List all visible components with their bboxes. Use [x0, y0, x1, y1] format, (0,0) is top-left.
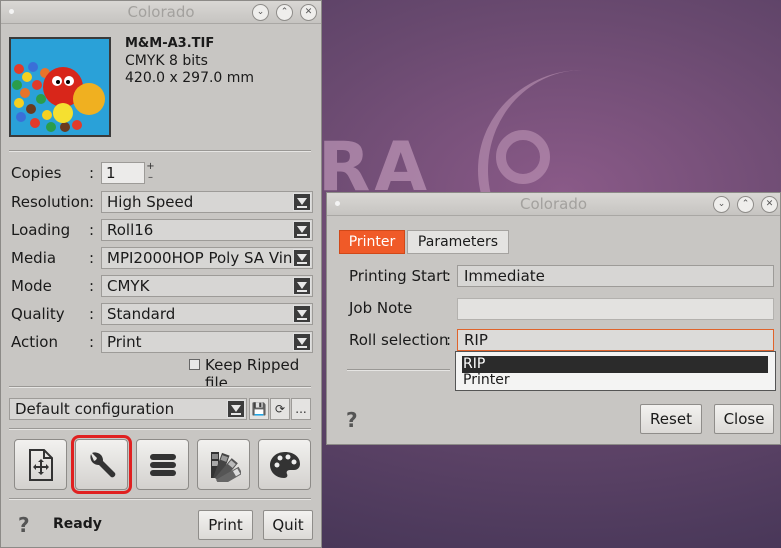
dropdown-option-printer[interactable]: Printer — [462, 372, 768, 389]
printer-dialog: Colorado ⌄ ⌃ ✕ Printer Parameters Printi… — [326, 192, 781, 445]
printing-start-label: Printing Start — [349, 267, 449, 285]
window-title: Colorado — [127, 3, 195, 21]
file-thumbnail — [9, 37, 111, 137]
dropdown-arrow-icon[interactable] — [227, 400, 245, 418]
reload-config-button[interactable]: ⟳ — [270, 398, 290, 420]
minimize-icon[interactable]: ⌄ — [252, 4, 269, 21]
roll-selection-label: Roll selection — [349, 331, 449, 349]
roll-selection-value: RIP — [464, 331, 488, 349]
printing-start-select[interactable]: Immediate — [457, 265, 774, 287]
separator — [9, 428, 311, 430]
file-dimensions: 420.0 x 297.0 mm — [125, 70, 255, 86]
dropdown-arrow-icon[interactable] — [293, 249, 311, 267]
dropdown-arrow-icon[interactable] — [293, 277, 311, 295]
maximize-icon[interactable]: ⌃ — [737, 196, 754, 213]
action-value: Print — [107, 333, 142, 351]
copies-decrement-button[interactable]: – — [146, 173, 155, 183]
color-tool-button[interactable] — [258, 439, 311, 490]
queue-tool-button[interactable] — [136, 439, 189, 490]
dropdown-arrow-icon[interactable] — [293, 305, 311, 323]
colon: : — [89, 193, 95, 211]
media-label: Media — [11, 249, 57, 267]
mode-label: Mode — [11, 277, 52, 295]
quality-value: Standard — [107, 305, 176, 323]
dropdown-option-rip[interactable]: RIP — [462, 356, 768, 373]
main-titlebar[interactable]: Colorado ⌄ ⌃ ✕ — [1, 1, 321, 24]
loading-select[interactable]: Roll16 — [101, 219, 313, 241]
separator — [9, 150, 311, 152]
mode-value: CMYK — [107, 277, 150, 295]
minimize-icon[interactable]: ⌄ — [713, 196, 730, 213]
document-tool-button[interactable] — [14, 439, 67, 490]
queue-icon — [149, 453, 176, 476]
quit-button[interactable]: Quit — [263, 510, 313, 540]
refresh-icon: ⟳ — [274, 402, 286, 416]
roll-selection-select[interactable]: RIP — [457, 329, 774, 351]
colon: : — [89, 333, 95, 351]
palette-icon — [269, 451, 300, 478]
media-value: MPI2000HOP Poly SA Viny — [107, 249, 302, 267]
loading-value: Roll16 — [107, 221, 154, 239]
colon: : — [446, 331, 452, 349]
printing-start-value: Immediate — [464, 267, 545, 285]
colon: : — [446, 267, 452, 285]
dropdown-arrow-icon[interactable] — [293, 333, 311, 351]
colon: : — [89, 221, 95, 239]
print-button[interactable]: Print — [198, 510, 253, 540]
quality-select[interactable]: Standard — [101, 303, 313, 325]
separator — [9, 498, 311, 500]
dialog-titlebar[interactable]: Colorado ⌄ ⌃ ✕ — [327, 193, 780, 216]
configuration-value: Default configuration — [15, 400, 175, 418]
separator — [347, 369, 450, 371]
help-icon[interactable]: ? — [346, 408, 358, 432]
brand-logo-dot — [496, 130, 550, 184]
status-text: Ready — [53, 516, 102, 532]
document-move-icon — [28, 448, 53, 481]
mode-select[interactable]: CMYK — [101, 275, 313, 297]
main-window: Colorado ⌄ ⌃ ✕ M&M-A3.TIF CMYK 8 bits 42… — [0, 0, 322, 548]
colon: : — [89, 249, 95, 267]
job-note-input[interactable] — [457, 298, 774, 320]
roll-selection-dropdown: RIP Printer — [455, 351, 776, 391]
settings-tool-button[interactable] — [71, 435, 132, 494]
tab-parameters[interactable]: Parameters — [407, 230, 509, 254]
colon: : — [89, 164, 95, 182]
maximize-icon[interactable]: ⌃ — [276, 4, 293, 21]
close-icon[interactable]: ✕ — [761, 196, 778, 213]
dropdown-arrow-icon[interactable] — [293, 221, 311, 239]
job-note-label: Job Note — [349, 299, 413, 317]
action-select[interactable]: Print — [101, 331, 313, 353]
copies-input[interactable]: 1 — [101, 162, 145, 184]
file-color-mode: CMYK 8 bits — [125, 53, 208, 69]
reset-button[interactable]: Reset — [640, 404, 702, 434]
swatch-fan-icon — [210, 451, 241, 482]
action-label: Action — [11, 333, 58, 351]
file-name: M&M-A3.TIF — [125, 36, 215, 51]
configuration-select[interactable]: Default configuration — [9, 398, 247, 420]
separator — [9, 386, 311, 388]
resolution-select[interactable]: High Speed — [101, 191, 313, 213]
swatch-tool-button[interactable] — [197, 439, 250, 490]
close-button[interactable]: Close — [714, 404, 774, 434]
save-icon: 💾 — [251, 402, 267, 416]
quality-label: Quality — [11, 305, 65, 323]
resolution-value: High Speed — [107, 193, 194, 211]
more-config-button[interactable]: ... — [291, 398, 311, 420]
wrench-icon — [89, 451, 115, 477]
tab-printer[interactable]: Printer — [339, 230, 405, 254]
media-select[interactable]: MPI2000HOP Poly SA Viny — [101, 247, 313, 269]
colon: : — [89, 277, 95, 295]
help-icon[interactable]: ? — [18, 513, 30, 537]
resolution-label: Resolution — [11, 193, 90, 211]
copies-label: Copies — [11, 164, 62, 182]
copies-increment-button[interactable]: + — [146, 162, 155, 172]
save-config-button[interactable]: 💾 — [249, 398, 269, 420]
close-icon[interactable]: ✕ — [300, 4, 317, 21]
keep-ripped-checkbox[interactable] — [189, 359, 200, 370]
colon: : — [89, 305, 95, 323]
loading-label: Loading — [11, 221, 71, 239]
dropdown-arrow-icon[interactable] — [293, 193, 311, 211]
